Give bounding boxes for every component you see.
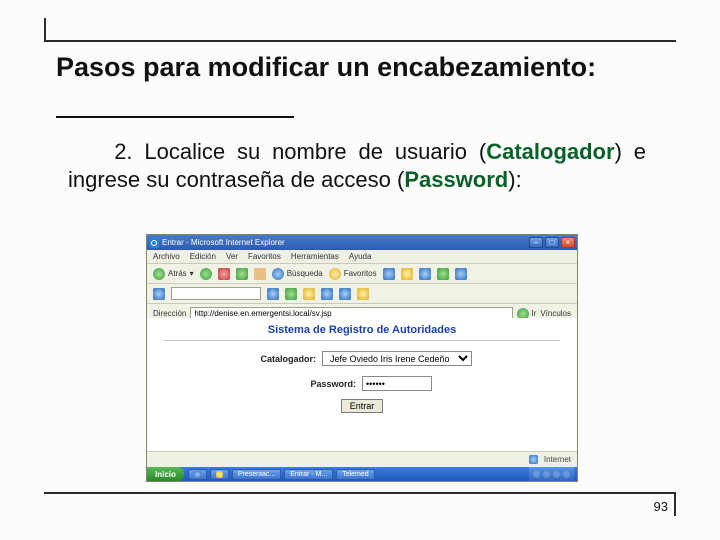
- system-tray: [529, 467, 574, 481]
- taskbar-item[interactable]: [188, 469, 207, 480]
- address-label: Dirección: [153, 309, 186, 318]
- maximize-button[interactable]: □: [545, 237, 559, 248]
- title-underline: [56, 116, 294, 118]
- misc-button[interactable]: [455, 268, 467, 280]
- page-number: 93: [654, 499, 668, 514]
- refresh-button[interactable]: [236, 268, 248, 280]
- tray-icon[interactable]: [533, 471, 540, 478]
- catalogador-label: Catalogador:: [252, 354, 316, 364]
- gbtn-5[interactable]: [339, 288, 351, 300]
- back-button[interactable]: Atrás ▾: [153, 268, 194, 280]
- window-title: Entrar - Microsoft Internet Explorer: [162, 238, 285, 247]
- slide-body: 2. Localice su nombre de usuario (Catalo…: [68, 138, 646, 194]
- catalogador-select[interactable]: Jefe Oviedo Iris Irene Cedeño: [322, 351, 472, 366]
- system-title: Sistema de Registro de Autoridades: [268, 324, 456, 336]
- menu-ver[interactable]: Ver: [226, 252, 238, 261]
- google-icon: [153, 288, 165, 300]
- close-button[interactable]: ×: [561, 237, 575, 248]
- stop-button[interactable]: [218, 268, 230, 280]
- highlight-password: Password: [404, 167, 508, 192]
- accent-top: [44, 18, 46, 40]
- tray-icon[interactable]: [543, 471, 550, 478]
- taskbar: Inicio Presentac... Entrar - M... Teleme…: [147, 467, 577, 481]
- gbtn-1[interactable]: [267, 288, 279, 300]
- rule-bottom: [44, 492, 676, 494]
- tray-icon[interactable]: [563, 471, 570, 478]
- edit-button[interactable]: [437, 268, 449, 280]
- taskbar-item[interactable]: Telemed: [336, 469, 374, 480]
- body-suffix: ):: [508, 167, 521, 192]
- enter-button[interactable]: Entrar: [341, 399, 384, 413]
- gbtn-2[interactable]: [285, 288, 297, 300]
- toolbar-nav: Atrás ▾ Búsqueda Favoritos: [147, 264, 577, 284]
- zone-icon: [529, 455, 538, 464]
- print-button[interactable]: [419, 268, 431, 280]
- start-button[interactable]: Inicio: [147, 467, 184, 481]
- menu-favoritos[interactable]: Favoritos: [248, 252, 281, 261]
- slide-title: Pasos para modificar un encabezamiento:: [56, 52, 662, 83]
- password-label: Password:: [292, 379, 356, 389]
- browser-window: Entrar - Microsoft Internet Explorer – □…: [146, 234, 578, 482]
- highlight-catalogador: Catalogador: [486, 139, 614, 164]
- password-input[interactable]: [362, 376, 432, 391]
- toolbar-google: [147, 284, 577, 304]
- google-search-input[interactable]: [171, 287, 261, 300]
- rule-top: [44, 40, 676, 42]
- zone-label: Internet: [544, 455, 571, 464]
- search-button[interactable]: Búsqueda: [272, 268, 323, 280]
- ie-icon: [149, 238, 159, 248]
- body-prefix: 2. Localice su nombre de usuario (: [114, 139, 486, 164]
- links-label[interactable]: Vínculos: [540, 309, 571, 318]
- mail-button[interactable]: [401, 268, 413, 280]
- taskbar-item[interactable]: Entrar - M...: [284, 469, 333, 480]
- gbtn-4[interactable]: [321, 288, 333, 300]
- history-button[interactable]: [383, 268, 395, 280]
- favorites-button[interactable]: Favoritos: [329, 268, 377, 280]
- accent-bottom: [674, 494, 676, 516]
- menu-edicion[interactable]: Edición: [190, 252, 216, 261]
- home-button[interactable]: [254, 268, 266, 280]
- forward-button[interactable]: [200, 268, 212, 280]
- taskbar-item[interactable]: Presentac...: [232, 469, 281, 480]
- titlebar: Entrar - Microsoft Internet Explorer – □…: [147, 235, 577, 250]
- taskbar-item[interactable]: [210, 469, 229, 480]
- gbtn-3[interactable]: [303, 288, 315, 300]
- divider: [164, 340, 560, 341]
- menu-herramientas[interactable]: Herramientas: [291, 252, 339, 261]
- tray-icon[interactable]: [553, 471, 560, 478]
- menu-ayuda[interactable]: Ayuda: [349, 252, 372, 261]
- status-bar: Internet: [147, 451, 577, 467]
- gbtn-6[interactable]: [357, 288, 369, 300]
- menu-archivo[interactable]: Archivo: [153, 252, 180, 261]
- minimize-button[interactable]: –: [529, 237, 543, 248]
- page-content: Sistema de Registro de Autoridades Catal…: [147, 318, 577, 451]
- menubar: Archivo Edición Ver Favoritos Herramient…: [147, 250, 577, 264]
